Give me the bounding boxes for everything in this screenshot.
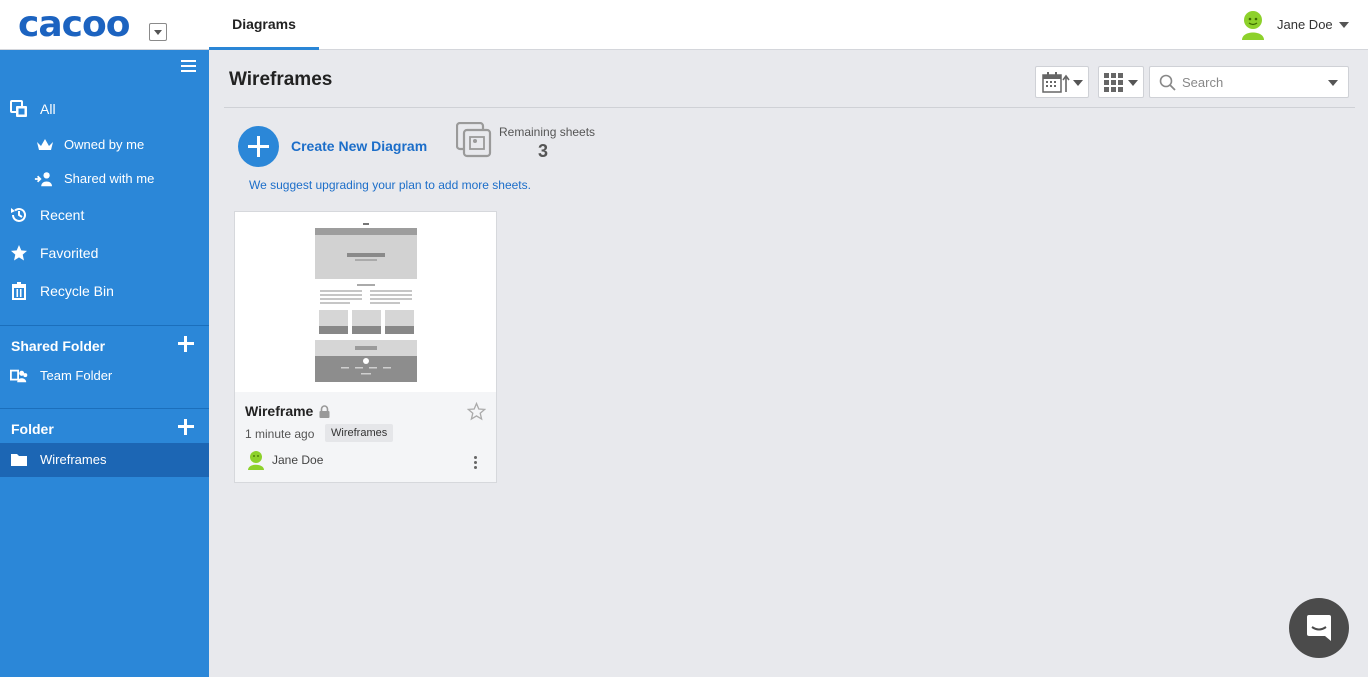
share-user-icon xyxy=(34,172,52,187)
sidebar-item-label: Recycle Bin xyxy=(40,283,114,299)
sidebar-item-label: Owned by me xyxy=(64,137,145,152)
owner-avatar-icon xyxy=(248,451,264,470)
copy-icon xyxy=(10,100,27,117)
diagram-card[interactable]: Wireframe 1 minute ago Wireframes Jane D… xyxy=(234,211,497,483)
sidebar-item-label: Team Folder xyxy=(40,368,113,383)
chevron-down-icon xyxy=(1073,80,1083,86)
calendar-sort-icon xyxy=(1042,72,1070,93)
history-icon xyxy=(11,207,26,222)
sidebar-item-team-folder[interactable]: Team Folder xyxy=(0,359,209,393)
logo-menu-caret-icon[interactable] xyxy=(149,23,167,41)
favorite-star-icon[interactable] xyxy=(467,402,486,421)
more-options-icon[interactable] xyxy=(474,456,478,472)
star-icon xyxy=(11,245,27,261)
sidebar-item-label: Favorited xyxy=(40,245,99,261)
upgrade-plan-link[interactable]: We suggest upgrading your plan to add mo… xyxy=(249,178,531,192)
tab-diagrams[interactable]: Diagrams xyxy=(209,0,319,50)
sidebar-item-label: Wireframes xyxy=(40,452,107,467)
sidebar-item-label: Shared with me xyxy=(64,171,155,186)
chevron-down-icon xyxy=(1128,80,1138,86)
search-options-chevron-icon[interactable] xyxy=(1328,80,1338,86)
folder-icon xyxy=(11,454,27,466)
diagram-folder-tag[interactable]: Wireframes xyxy=(325,424,394,442)
search-icon xyxy=(1159,74,1176,91)
sheets-icon xyxy=(456,122,492,158)
user-menu-caret-icon[interactable] xyxy=(1339,22,1349,28)
user-avatar-icon[interactable] xyxy=(1240,10,1266,40)
sidebar-divider xyxy=(0,408,209,409)
user-name[interactable]: Jane Doe xyxy=(1277,17,1333,32)
diagram-thumbnail[interactable] xyxy=(315,222,417,382)
grid-view-icon xyxy=(1104,73,1123,92)
add-folder-plus-icon[interactable] xyxy=(178,419,194,435)
trash-icon xyxy=(12,282,26,300)
view-grid-button[interactable] xyxy=(1098,66,1144,98)
sidebar-divider xyxy=(0,325,209,326)
remaining-sheets-label: Remaining sheets xyxy=(499,125,596,139)
team-icon xyxy=(10,369,28,383)
sidebar-item-shared-with-me[interactable]: Shared with me xyxy=(0,162,209,196)
top-bar: cacoo Diagrams Jane Doe xyxy=(0,0,1368,50)
diagram-card-footer: Wireframe 1 minute ago Wireframes Jane D… xyxy=(235,392,496,482)
folder-title: Folder xyxy=(11,421,54,437)
create-new-diagram-button[interactable] xyxy=(238,126,279,167)
sidebar-item-wireframes[interactable]: Wireframes xyxy=(0,443,209,477)
cacoo-logo[interactable]: cacoo xyxy=(18,4,130,45)
create-new-diagram-link[interactable]: Create New Diagram xyxy=(291,138,427,154)
diagram-thumbnail-area[interactable] xyxy=(235,212,496,392)
sidebar-item-favorited[interactable]: Favorited xyxy=(0,236,209,270)
crown-icon xyxy=(37,139,53,150)
title-divider xyxy=(224,107,1355,108)
chat-support-button[interactable] xyxy=(1289,598,1349,658)
hamburger-menu-icon[interactable] xyxy=(181,60,196,73)
search-input[interactable] xyxy=(1180,74,1324,91)
diagram-updated-time: 1 minute ago xyxy=(245,427,315,441)
sidebar-item-recycle-bin[interactable]: Recycle Bin xyxy=(0,274,209,308)
sidebar-item-all[interactable]: All xyxy=(0,92,209,126)
sort-by-date-button[interactable] xyxy=(1035,66,1089,98)
diagram-owner-name: Jane Doe xyxy=(272,453,324,467)
remaining-sheets-count: 3 xyxy=(538,141,549,161)
lock-icon xyxy=(319,405,330,418)
chat-icon xyxy=(1307,615,1331,641)
sidebar-item-label: Recent xyxy=(40,207,85,223)
add-shared-folder-plus-icon[interactable] xyxy=(178,336,194,352)
sidebar-item-label: All xyxy=(40,101,56,117)
search-box[interactable] xyxy=(1149,66,1349,98)
sidebar-item-owned-by-me[interactable]: Owned by me xyxy=(0,128,209,162)
page-title: Wireframes xyxy=(229,69,333,90)
sidebar-item-recent[interactable]: Recent xyxy=(0,198,209,232)
diagram-name[interactable]: Wireframe xyxy=(245,403,313,419)
shared-folder-title: Shared Folder xyxy=(11,338,106,354)
sidebar: All Owned by me Shared with me Recent Fa… xyxy=(0,50,209,677)
